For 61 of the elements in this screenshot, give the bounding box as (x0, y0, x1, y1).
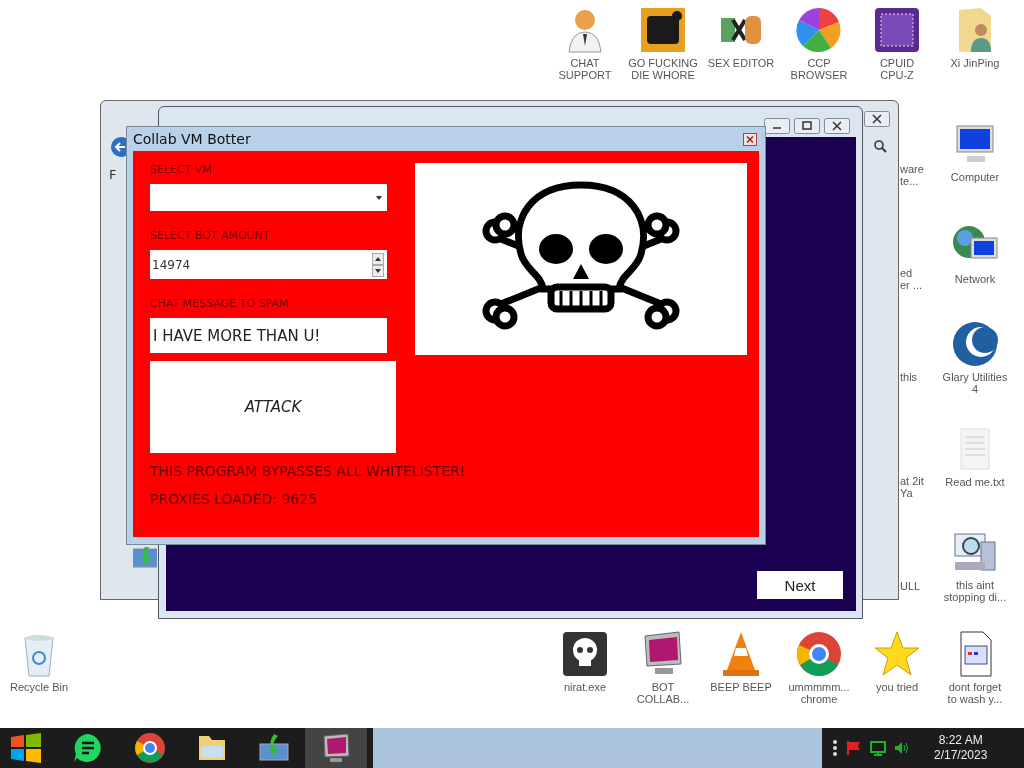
icon-label: BEEP BEEP (710, 681, 772, 693)
message-field[interactable]: I HAVE MORE THAN U! (150, 318, 387, 353)
app-icon[interactable] (639, 6, 687, 54)
skull-icon[interactable] (561, 630, 609, 678)
info-text: THIS PROGRAM BYPASSES ALL WHITELISTER! (150, 463, 467, 481)
bot-amount-field[interactable]: 14974 (150, 250, 387, 279)
close-icon[interactable] (864, 111, 890, 127)
close-icon[interactable] (824, 118, 850, 134)
icon-label: Recycle Bin (9, 681, 69, 693)
attack-button[interactable]: ATTACK (150, 361, 396, 453)
more-icon[interactable] (832, 738, 838, 758)
network-icon[interactable] (870, 740, 886, 756)
icon-label: Network (954, 273, 996, 285)
icon-label: CCP BROWSER (790, 57, 848, 81)
icon-label: you tried (875, 681, 919, 693)
window-title: Collab VM Botter (133, 131, 252, 147)
installer-icon[interactable] (133, 547, 157, 569)
chip-icon[interactable] (873, 6, 921, 54)
field-label: CHAT MESSAGE TO SPAM (150, 297, 289, 311)
icon-label: BOT COLLAB... (636, 681, 690, 705)
next-button[interactable]: Next (757, 571, 843, 599)
icon-label: dont forget to wash y... (947, 681, 1003, 705)
flag-icon[interactable] (846, 740, 862, 756)
field-label: SELECT VM (150, 163, 212, 177)
field-label: SELECT BOT AMOUNT (150, 229, 270, 243)
info-text: PROXIES LOADED: 9625 (150, 491, 319, 509)
icon-label: Glary Utilities 4 (942, 371, 1008, 395)
icon-label: ULL (900, 580, 921, 592)
clock-time[interactable]: 8:22 AM (938, 733, 983, 748)
icon-label: this aint stopping di... (943, 579, 1007, 603)
icon-label: this (900, 371, 918, 383)
windows-logo-icon[interactable] (11, 733, 41, 763)
icon-label: ummmmm... chrome (788, 681, 850, 705)
icon-label: CHAT SUPPORT (558, 57, 612, 81)
star-icon[interactable] (873, 630, 921, 678)
menu-item[interactable]: F (109, 167, 117, 182)
back-arrow-icon[interactable] (110, 136, 126, 158)
pinwheel-icon[interactable] (795, 6, 843, 54)
icon-label: SEX EDITOR (707, 57, 775, 69)
icon-label: GO FUCKING DIE WHORE (628, 57, 698, 81)
caret-icon (376, 196, 382, 200)
browser-icon[interactable] (795, 630, 843, 678)
maximize-icon[interactable] (794, 118, 820, 134)
minimize-icon[interactable] (764, 118, 790, 134)
chat-icon (72, 732, 104, 764)
icon-label: Read me.txt (945, 476, 1005, 488)
browser-icon (134, 732, 166, 764)
monitor-icon (320, 732, 352, 764)
icon-label: Computer (950, 171, 1000, 183)
installer-icon (258, 732, 290, 764)
close-icon[interactable] (743, 132, 757, 146)
icon-label: Xi JinPing (950, 57, 1000, 69)
icon-label: nirat.exe (563, 681, 607, 693)
icon-label: ed er ... (900, 267, 922, 291)
icon-label: CPUID CPU-Z (879, 57, 915, 81)
moon-icon[interactable] (951, 320, 999, 368)
clock-date[interactable]: 2/17/2023 (934, 748, 988, 763)
search-icon[interactable] (873, 139, 887, 153)
icon-label: ware te... (900, 163, 924, 187)
speaker-icon[interactable] (894, 740, 910, 756)
icon-label: at 2it Ya (900, 475, 924, 499)
